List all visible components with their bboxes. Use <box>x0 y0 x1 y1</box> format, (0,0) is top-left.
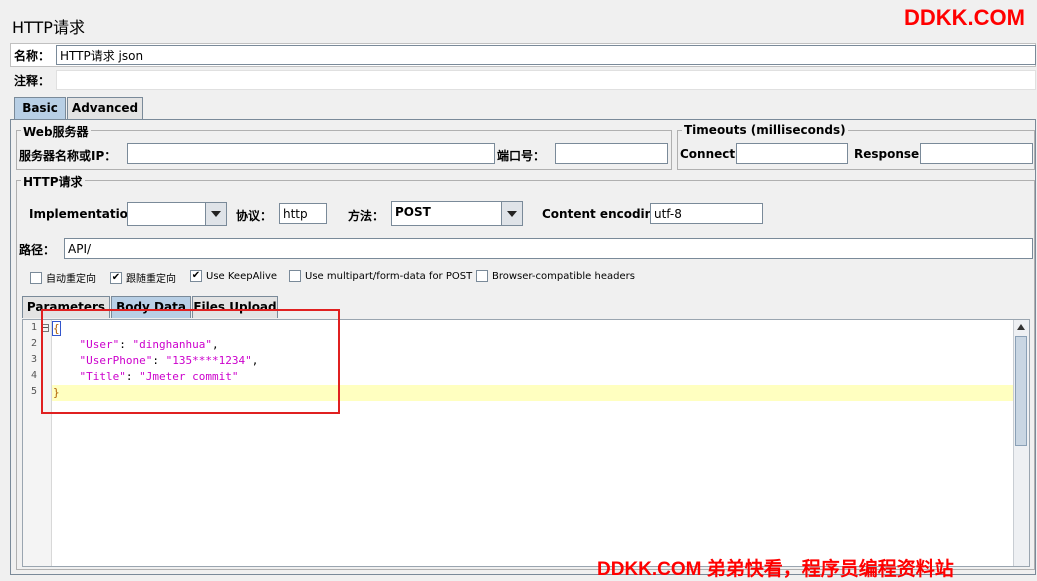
http-request-group-title: HTTP请求 <box>21 173 85 190</box>
option-keepalive[interactable]: ✔ Use KeepAlive <box>190 270 277 282</box>
browser-headers-label: Browser-compatible headers <box>492 270 635 282</box>
implementation-dropdown-icon[interactable] <box>205 203 226 225</box>
port-label: 端口号： <box>497 149 546 163</box>
method-label: 方法： <box>348 209 385 223</box>
keepalive-label: Use KeepAlive <box>206 270 278 282</box>
browser-headers-checkbox[interactable] <box>476 270 488 282</box>
method-dropdown-icon[interactable] <box>501 202 522 225</box>
encoding-label: Content encoding: <box>542 207 667 221</box>
multipart-label: Use multipart/form-data for POST <box>305 270 473 282</box>
implementation-select[interactable] <box>127 202 227 226</box>
name-input[interactable]: HTTP请求 json <box>56 45 1036 65</box>
comment-label: 注释： <box>14 74 51 88</box>
protocol-input[interactable]: http <box>279 203 327 224</box>
option-auto-redirect[interactable]: 自动重定向 <box>30 270 96 285</box>
line-number: 5 <box>30 386 37 397</box>
timeouts-group-title: Timeouts (milliseconds) <box>682 123 848 137</box>
keepalive-checkbox[interactable]: ✔ <box>190 270 202 282</box>
response-label: Response: <box>854 147 924 161</box>
option-browser-headers[interactable]: Browser-compatible headers <box>476 270 635 282</box>
method-select[interactable]: POST <box>391 201 523 226</box>
path-input[interactable]: API/ <box>64 238 1033 259</box>
follow-redirect-checkbox[interactable]: ✔ <box>110 271 122 284</box>
auto-redirect-label: 自动重定向 <box>46 274 96 285</box>
tab-advanced[interactable]: Advanced <box>67 97 143 119</box>
option-multipart[interactable]: Use multipart/form-data for POST <box>289 270 472 282</box>
follow-redirect-label: 跟随重定向 <box>126 274 176 285</box>
line-number: 2 <box>30 338 37 349</box>
option-follow-redirect[interactable]: ✔ 跟随重定向 <box>110 270 176 285</box>
port-input[interactable] <box>555 143 668 164</box>
multipart-checkbox[interactable] <box>289 270 301 282</box>
connect-label: Connect: <box>680 147 740 161</box>
path-label: 路径： <box>19 243 56 257</box>
server-label: 服务器名称或IP： <box>19 149 117 163</box>
scroll-up-icon[interactable] <box>1017 324 1025 330</box>
annotation-box <box>41 309 340 414</box>
tab-basic[interactable]: Basic <box>14 97 66 119</box>
name-label: 名称： <box>14 49 51 63</box>
auto-redirect-checkbox[interactable] <box>30 271 42 284</box>
watermark-top: DDKK.COM <box>904 5 1025 30</box>
line-number: 1 <box>30 322 37 333</box>
editor-vertical-scrollbar[interactable] <box>1013 320 1029 566</box>
protocol-label: 协议： <box>236 209 273 223</box>
watermark-bottom: DDKK.COM 弟弟快看，程序员编程资料站 <box>597 559 954 580</box>
window-title: HTTP请求 <box>12 18 85 37</box>
server-input[interactable] <box>127 143 495 164</box>
connect-input[interactable] <box>736 143 848 164</box>
line-number: 3 <box>30 354 37 365</box>
response-input[interactable] <box>920 143 1033 164</box>
web-server-group-title: Web服务器 <box>21 123 91 140</box>
encoding-input[interactable]: utf-8 <box>650 203 763 224</box>
method-value: POST <box>395 205 431 219</box>
scroll-thumb[interactable] <box>1015 336 1027 446</box>
line-number: 4 <box>30 370 37 381</box>
comment-input[interactable] <box>56 70 1036 90</box>
implementation-label: Implementation: <box>29 207 142 221</box>
